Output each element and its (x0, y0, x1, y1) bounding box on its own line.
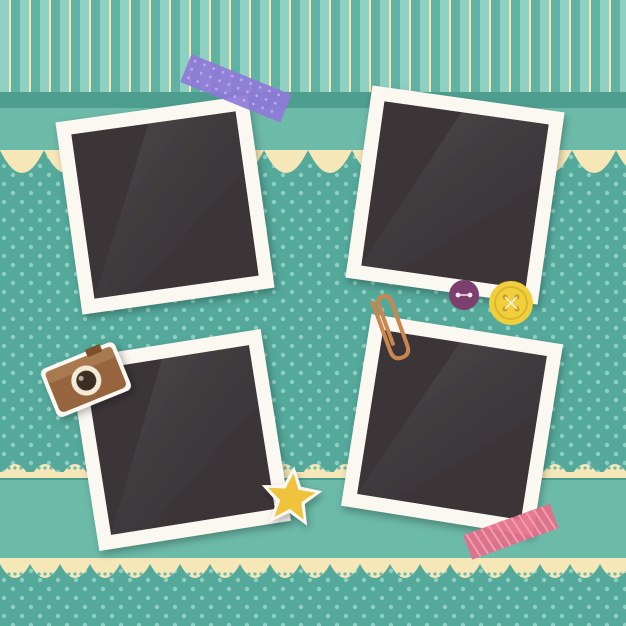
lace-hole (337, 466, 341, 470)
scrapbook-scene (0, 0, 626, 626)
lace-hole (127, 572, 131, 576)
lace-hole (73, 466, 77, 470)
lace-hole (283, 466, 287, 470)
lace-hole (559, 466, 563, 470)
lace-hole (439, 572, 443, 576)
lace-band (0, 558, 626, 564)
lace-hole (583, 466, 587, 470)
lace-hole (13, 466, 17, 470)
lace-hole (307, 466, 311, 470)
lace-hole (559, 572, 563, 576)
lace-hole (487, 572, 491, 576)
lace-hole (7, 466, 11, 470)
lace-hole (217, 572, 221, 576)
lace-hole (163, 572, 167, 576)
lace-hole (187, 572, 191, 576)
lace-hole (79, 572, 83, 576)
lace-hole (589, 572, 593, 576)
lace-hole (49, 572, 53, 576)
lace-hole (139, 572, 143, 576)
lace-hole (433, 572, 437, 576)
scrapbook-canvas (0, 0, 626, 626)
lace-hole (409, 572, 413, 576)
lace-hole (49, 466, 53, 470)
lace-hole (289, 466, 293, 470)
lace-hole (517, 572, 521, 576)
lace-hole (613, 466, 617, 470)
lace-hole (43, 466, 47, 470)
lace-hole (223, 572, 227, 576)
lace-hole (43, 572, 47, 576)
lace-hole (67, 466, 71, 470)
lace-hole (289, 572, 293, 576)
lace-hole (529, 572, 533, 576)
lace-hole (133, 572, 137, 576)
lace-hole (619, 572, 623, 576)
lace-hole (7, 572, 11, 576)
lace-hole (343, 466, 347, 470)
lace-hole (109, 572, 113, 576)
empty-photo-frame-4 (341, 314, 563, 536)
lace-hole (169, 572, 173, 576)
lace-hole (103, 572, 107, 576)
lace-hole (97, 572, 101, 576)
lace-hole (13, 572, 17, 576)
lace-hole (319, 466, 323, 470)
lace-hole (337, 572, 341, 576)
lace-hole (577, 466, 581, 470)
lace-hole (313, 572, 317, 576)
lace-hole (79, 466, 83, 470)
lace-hole (403, 572, 407, 576)
lace-hole (259, 572, 263, 576)
lace-hole (343, 572, 347, 576)
lace-hole (547, 572, 551, 576)
lace-hole (199, 572, 203, 576)
lace-hole (523, 572, 527, 576)
lace-hole (37, 466, 41, 470)
lace-hole (397, 572, 401, 576)
lace-hole (553, 572, 557, 576)
lace-hole (547, 466, 551, 470)
lace-hole (37, 572, 41, 576)
lace-hole (193, 572, 197, 576)
lace-hole (589, 466, 593, 470)
striped-wallpaper (0, 0, 626, 98)
lace-hole (19, 466, 23, 470)
lace-hole (613, 572, 617, 576)
lace-hole (619, 466, 623, 470)
lace-hole (283, 572, 287, 576)
lace-hole (67, 572, 71, 576)
empty-photo-frame-2 (345, 85, 565, 305)
lace-hole (277, 572, 281, 576)
lace-hole (499, 572, 503, 576)
top-trim-band (0, 92, 626, 108)
lace-hole (607, 572, 611, 576)
lace-hole (553, 466, 557, 470)
lace-hole (19, 572, 23, 576)
lace-hole (577, 572, 581, 576)
lace-hole (493, 572, 497, 576)
lace-hole (253, 572, 257, 576)
lace-hole (373, 572, 377, 576)
lace-hole (313, 466, 317, 470)
lace-hole (463, 572, 467, 576)
lace-hole (349, 572, 353, 576)
lace-hole (229, 572, 233, 576)
lace-hole (367, 572, 371, 576)
lace-hole (73, 572, 77, 576)
lace-hole (583, 572, 587, 576)
lace-hole (307, 572, 311, 576)
lace-hole (319, 572, 323, 576)
lace-hole (457, 572, 461, 576)
lace-hole (379, 572, 383, 576)
lace-hole (427, 572, 431, 576)
button-purple (449, 280, 479, 310)
empty-photo-frame-1 (55, 95, 275, 315)
lace-hole (247, 572, 251, 576)
button-yellow (489, 281, 533, 325)
lace-hole (469, 572, 473, 576)
lace-hole (607, 466, 611, 470)
lace-hole (157, 572, 161, 576)
